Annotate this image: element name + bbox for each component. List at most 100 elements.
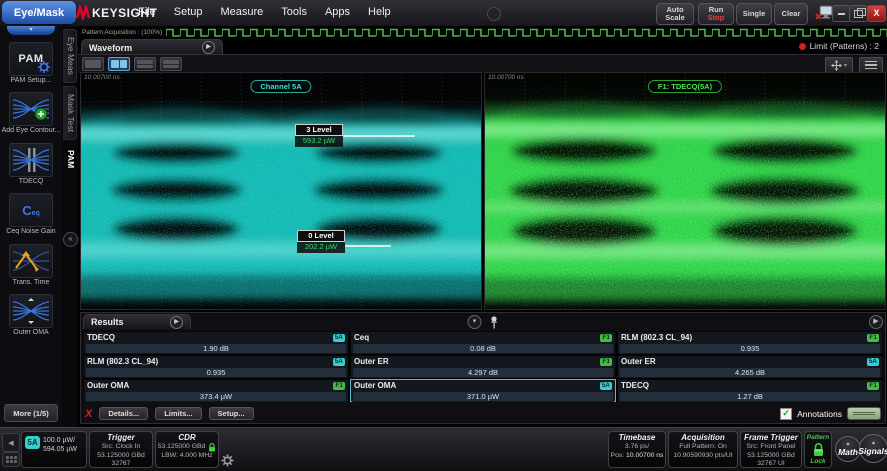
- pattern-waveform-icon: [166, 27, 887, 38]
- cdr-panel[interactable]: CDR 53.125000 GBd LBW: 4.000 MHz: [155, 431, 219, 468]
- menu-file[interactable]: File: [138, 6, 156, 18]
- annotation-color-button[interactable]: [847, 407, 881, 420]
- channel-scale-panel[interactable]: 5A 100.0 µW/ 594.05 µW: [21, 431, 87, 468]
- result-cell-outer-oma-f1[interactable]: Outer OMAF1 373.4 µW: [83, 379, 349, 402]
- pan-zoom-button[interactable]: ▾: [825, 57, 853, 73]
- sidebar-item-trans-time[interactable]: Trans. Time: [0, 244, 62, 287]
- layout-single-button[interactable]: [82, 57, 104, 71]
- graticule-menu-button[interactable]: [859, 57, 883, 73]
- annotations-checkbox[interactable]: ✓: [780, 408, 792, 420]
- f1-tdecq-label[interactable]: F1: TDECQ(5A): [648, 80, 722, 93]
- details-button[interactable]: Details...: [99, 407, 148, 420]
- results-collapse-icon[interactable]: ▾: [468, 315, 482, 329]
- clear-button[interactable]: Clear: [774, 3, 808, 25]
- trigger-source: Src: Clock In: [90, 443, 152, 452]
- result-cell-rlm-f1[interactable]: RLM (802.3 CL_94)F1 0.935: [617, 331, 883, 354]
- graticule-channel-5a[interactable]: 10.00700 ns Channel 5A 3 Level 593.2 µW …: [80, 72, 482, 310]
- menu-help[interactable]: Help: [368, 6, 391, 18]
- dropdown-arrow-icon: ▾: [844, 62, 847, 69]
- channel-5a-label[interactable]: Channel 5A: [250, 80, 311, 93]
- result-cell-rlm-5a[interactable]: RLM (802.3 CL_94)5A 0.935: [83, 355, 349, 378]
- waveform-toolbar: ▾: [78, 54, 887, 74]
- restore-button[interactable]: [849, 5, 868, 22]
- delete-measurement-icon[interactable]: X: [85, 408, 92, 420]
- trigger-panel[interactable]: Trigger Src: Clock In 53.125000 GBd 3276…: [89, 431, 153, 468]
- tab-mask-test[interactable]: Mask Test: [63, 86, 77, 140]
- tab-expand-icon[interactable]: ▶: [202, 41, 215, 54]
- auto-scale-label-2: Scale: [665, 14, 685, 22]
- signals-button[interactable]: ▲ Signals: [859, 434, 887, 463]
- auto-scale-button[interactable]: Auto Scale: [656, 3, 694, 25]
- sidebar-collapse-button[interactable]: «: [63, 232, 78, 247]
- result-name: Outer ER: [621, 357, 656, 366]
- menu-tools[interactable]: Tools: [281, 6, 307, 18]
- frame-trigger-title: Frame Trigger: [741, 432, 801, 443]
- result-cell-tdecq-5a[interactable]: TDECQ5A 1.90 dB: [83, 331, 349, 354]
- result-cell-outer-er-f1[interactable]: Outer ERF1 4.297 dB: [350, 355, 616, 378]
- tab-pam[interactable]: PAM: [63, 143, 76, 175]
- mode-dropdown-chevron-icon[interactable]: ▾: [7, 26, 55, 35]
- source-badge: 5A: [333, 334, 345, 342]
- limits-button[interactable]: Limits...: [155, 407, 201, 420]
- result-value: 371.0 µW: [352, 391, 614, 402]
- channel-offset-value: 594.05 µW: [43, 445, 77, 454]
- eye-mask-mode-button[interactable]: Eye/Mask: [2, 1, 76, 24]
- level3-annotation[interactable]: 3 Level 593.2 µW: [295, 124, 343, 147]
- level3-value: 593.2 µW: [295, 136, 343, 147]
- acquisition-panel[interactable]: Acquisition Full Pattern: On 10.90590930…: [668, 431, 738, 468]
- sidebar-item-ceq-noise-gain[interactable]: Ceq Ceq Noise Gain: [0, 193, 62, 236]
- result-value: 373.4 µW: [85, 391, 347, 402]
- setup-button[interactable]: Setup...: [209, 407, 254, 420]
- layout-two-column-button[interactable]: [108, 57, 130, 71]
- settings-gear-icon[interactable]: [221, 454, 234, 467]
- timebase-scale: 3.76 ps/: [609, 443, 665, 452]
- result-name: Outer OMA: [354, 381, 396, 390]
- panel-grid-button[interactable]: [2, 452, 20, 467]
- flexdca-window: Eye/Mask KEYSIGHT File Setup Measure Too…: [0, 0, 887, 471]
- sidebar-item-pam-setup[interactable]: PAM PAM Setup...: [0, 42, 62, 85]
- results-tab[interactable]: Results ▶: [83, 314, 191, 329]
- source-badge: F1: [333, 382, 345, 390]
- more-button[interactable]: More (1/5): [4, 404, 58, 422]
- menu-measure[interactable]: Measure: [220, 6, 263, 18]
- status-bar: ◀ 5A 100.0 µW/ 594.05 µW Trigger Src: Cl…: [0, 427, 887, 471]
- tdecq-icon: [9, 143, 53, 177]
- level0-annotation[interactable]: 0 Level 202.2 µW: [297, 230, 345, 253]
- result-cell-outer-er-5a[interactable]: Outer ER5A 4.265 dB: [617, 355, 883, 378]
- stop-label: Stop: [708, 14, 725, 22]
- single-button[interactable]: Single: [736, 3, 772, 25]
- result-name: RLM (802.3 CL_94): [621, 333, 692, 342]
- tab-eye-meas[interactable]: Eye Meas: [63, 29, 77, 83]
- waveform-tab[interactable]: Waveform ▶: [81, 39, 223, 55]
- result-name: TDECQ: [87, 333, 115, 342]
- cdr-loop-bandwidth: LBW: 4.000 MHz: [156, 452, 218, 461]
- pattern-lock-toggle[interactable]: Pattern Lock: [804, 431, 832, 468]
- menu-apps[interactable]: Apps: [325, 6, 350, 18]
- outer-oma-icon: [9, 294, 53, 328]
- layout-grid-button[interactable]: [160, 57, 182, 71]
- results-expand-icon[interactable]: ▶: [170, 316, 183, 329]
- single-label: Single: [743, 10, 766, 18]
- graticule-f1-tdecq[interactable]: 10.00700 ns F1: TDECQ(5A): [484, 72, 886, 310]
- timebase-panel[interactable]: Timebase 3.76 ps/ Pos: 10.00700 ns: [608, 431, 666, 468]
- sidebar-item-label: Ceq Noise Gain: [0, 228, 62, 236]
- result-name: TDECQ: [621, 381, 649, 390]
- math-button[interactable]: ▲ Math: [835, 436, 861, 462]
- network-status-icon[interactable]: [815, 5, 833, 21]
- run-stop-button[interactable]: Run Stop: [698, 3, 734, 25]
- scroll-left-button[interactable]: ◀: [2, 433, 20, 452]
- results-scroll-right-icon[interactable]: ▶: [869, 315, 883, 329]
- close-button[interactable]: X: [867, 5, 886, 22]
- timebase-corner-label: 10.00700 ns: [488, 74, 524, 81]
- sidebar-item-tdecq[interactable]: TDECQ: [0, 143, 62, 186]
- layout-two-row-button[interactable]: [134, 57, 156, 71]
- result-cell-ceq-f1[interactable]: CeqF1 0.08 dB: [350, 331, 616, 354]
- sidebar-item-outer-oma[interactable]: Outer OMA: [0, 294, 62, 337]
- pin-icon[interactable]: [490, 316, 499, 329]
- result-cell-tdecq-f1[interactable]: TDECQF1 1.27 dB: [617, 379, 883, 402]
- sidebar-item-add-eye-contour[interactable]: Add Eye Contour...: [0, 92, 62, 135]
- result-cell-outer-oma-5a[interactable]: Outer OMA5A 371.0 µW: [350, 379, 616, 402]
- results-grid: TDECQ5A 1.90 dB CeqF1 0.08 dB RLM (802.3…: [83, 331, 883, 402]
- frame-trigger-panel[interactable]: Frame Trigger Src: Front Panel 53.125000…: [740, 431, 802, 468]
- menu-setup[interactable]: Setup: [174, 6, 203, 18]
